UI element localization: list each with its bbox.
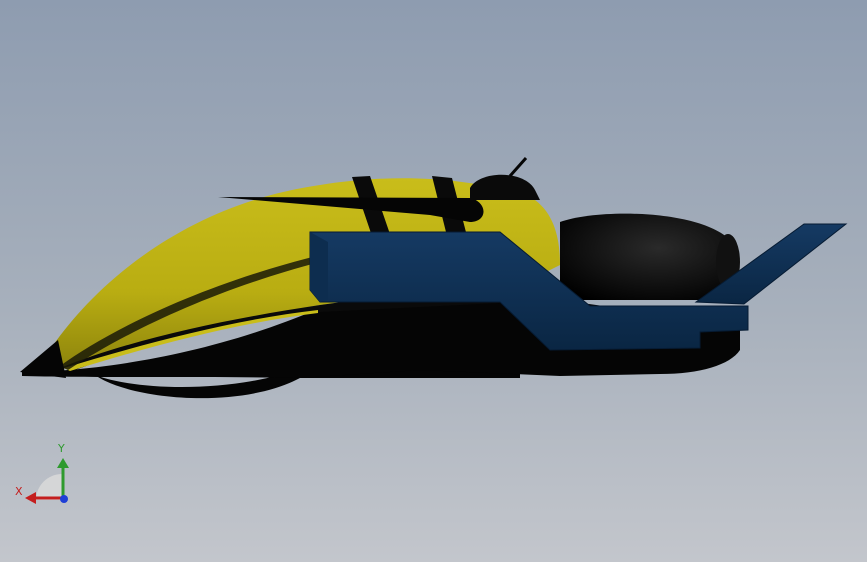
axis-z-dot <box>60 495 68 503</box>
axis-y-arrow <box>57 458 69 468</box>
nose-cone <box>20 340 66 378</box>
rear-dome <box>470 174 540 200</box>
axis-triad <box>25 458 69 504</box>
cad-viewport[interactable] <box>0 0 867 562</box>
frame-front-face <box>310 232 328 302</box>
axis-x-label: X <box>15 485 23 498</box>
axis-y-label: Y <box>58 442 65 455</box>
antenna <box>508 157 528 177</box>
engine-pod <box>560 213 740 300</box>
hovercraft-model[interactable] <box>20 157 848 399</box>
axis-x-arrow <box>25 492 36 504</box>
triad-plane-shading <box>36 474 62 500</box>
